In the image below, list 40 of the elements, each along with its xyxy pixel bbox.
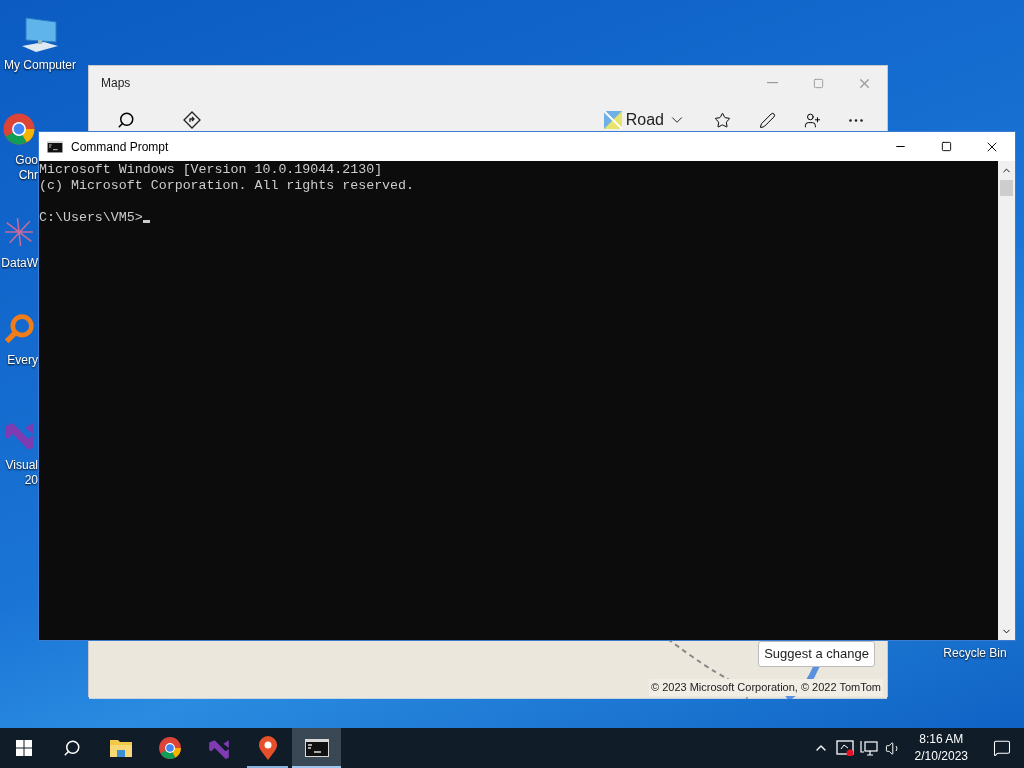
more-button[interactable]	[849, 118, 863, 122]
icon-label[interactable]: Goo Chr	[15, 153, 38, 183]
maximize-icon	[812, 77, 824, 89]
scribble-icon	[2, 215, 36, 249]
search-icon	[63, 739, 81, 757]
icon-label[interactable]: My Computer	[4, 58, 76, 73]
sign-in-button[interactable]	[804, 111, 821, 129]
windows-icon	[16, 740, 32, 756]
command-prompt: C:\Users\VM5>	[39, 210, 143, 226]
clock[interactable]: 8:16 AM 2/10/2023	[906, 731, 976, 765]
console-output: Microsoft Windows [Version 10.0.19044.2130]	[39, 162, 383, 178]
icon-label[interactable]: DataW	[1, 256, 38, 271]
favorites-button[interactable]	[714, 111, 731, 129]
window-title: Maps	[101, 75, 131, 92]
road-map-icon	[603, 111, 622, 129]
map-pin-icon	[257, 736, 278, 760]
console-output: (c) Microsoft Corporation. All rights reserved.	[39, 178, 415, 194]
directions-icon	[183, 111, 201, 129]
folder-icon	[108, 738, 133, 758]
copyright-text: © 2023 Microsoft Corporation, © 2022 TomTom	[649, 679, 883, 696]
scrollbar-thumb[interactable]	[1000, 180, 1013, 196]
icon-label[interactable]: Recycle Bin	[943, 646, 1007, 661]
text-cursor	[142, 220, 150, 223]
console-icon	[47, 140, 63, 153]
icon-label[interactable]: Every	[7, 353, 38, 368]
pen-icon	[759, 111, 776, 129]
star-icon	[714, 111, 731, 129]
magnifier-icon	[2, 312, 36, 346]
user-plus-icon	[804, 111, 821, 129]
window-title: Command Prompt	[71, 138, 169, 156]
suggest-change-button[interactable]: Suggest a change	[758, 641, 875, 667]
maximize-icon	[940, 141, 952, 152]
search-icon	[117, 111, 135, 129]
more-icon	[849, 118, 863, 122]
minimize-icon	[766, 82, 778, 84]
console-icon	[304, 739, 329, 757]
taskbar-app[interactable]	[292, 728, 341, 768]
ink-button[interactable]	[759, 111, 776, 129]
speech-bubble-icon	[993, 739, 1011, 757]
icon-label[interactable]: Visual 20	[5, 458, 38, 488]
